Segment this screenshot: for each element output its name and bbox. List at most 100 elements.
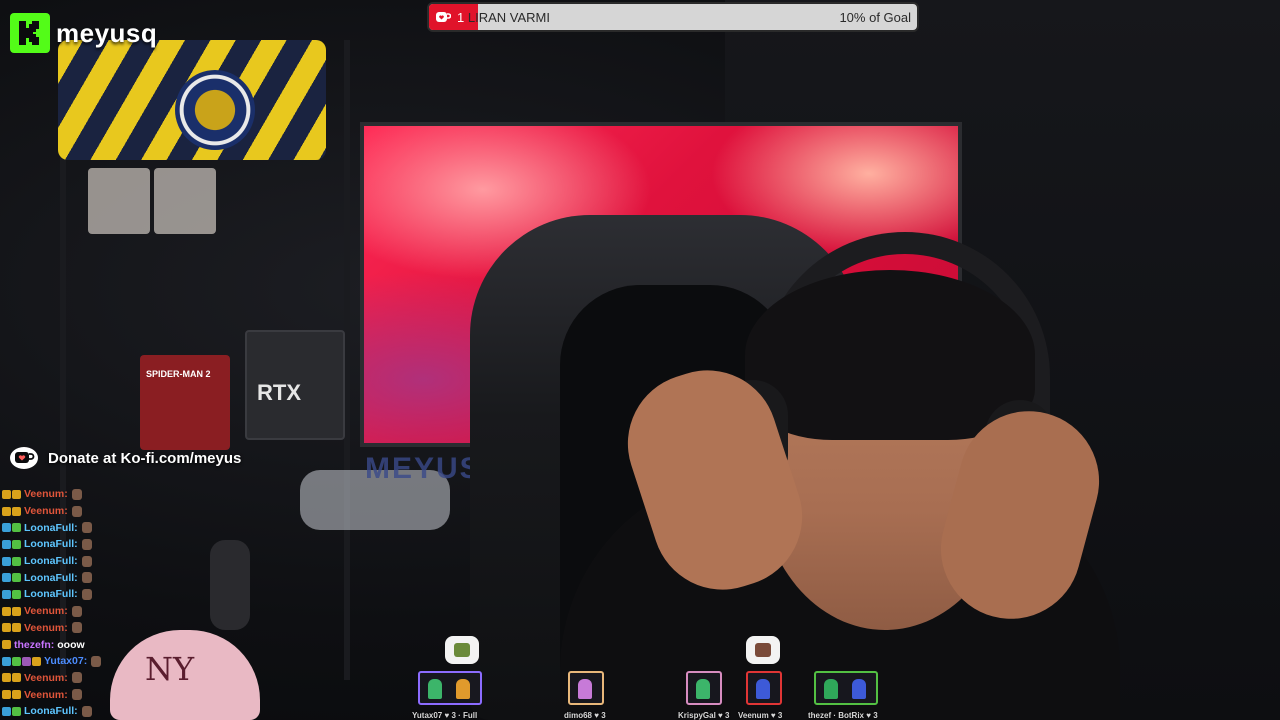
viewer-avatar-card: [418, 671, 482, 705]
chat-badge-icon: [2, 506, 11, 516]
viewer-avatar-card: [814, 671, 878, 705]
chat-emote-icon: [71, 505, 82, 517]
chat-emote-icon: [81, 572, 92, 584]
chat-text: ooow: [57, 638, 85, 651]
viewer-avatar-label: KrispyGal ♥ 3: [678, 711, 730, 720]
channel-name: meyusq: [56, 17, 158, 48]
figure-box-1: [88, 168, 150, 234]
chat-badge-icon: [32, 656, 41, 666]
game-box-title: SPIDER-MAN 2: [146, 369, 211, 379]
chat-message: LoonaFull:: [2, 553, 112, 570]
chat-username: LoonaFull:: [24, 571, 78, 584]
viewer-avatar-figure: [456, 679, 470, 699]
game-box: SPIDER-MAN 2: [140, 355, 230, 450]
chat-badge-icon: [2, 556, 11, 566]
chat-overlay: Veenum: Veenum: LoonaFull: LoonaFull: LoonaF…: [2, 486, 112, 720]
chat-badge-icon: [12, 673, 21, 683]
chat-badge-icon: [12, 539, 21, 549]
channel-logo: meyusq: [10, 12, 157, 54]
chat-message: Yutax07:: [2, 653, 112, 670]
chat-emote-icon: [81, 705, 92, 717]
viewer-avatars: Yutax07 ♥ 3 · Full dimo68 ♥ 3 KrispyGal ♥ …: [400, 636, 900, 720]
chat-badge-icon: [2, 573, 11, 583]
chat-username: Veenum:: [24, 505, 68, 518]
chat-badge-icon: [2, 690, 11, 700]
chat-badge-icon: [12, 523, 21, 533]
viewer-avatar-figure: [578, 679, 592, 699]
viewer-chat-bubble: [746, 636, 780, 664]
chat-username: Veenum:: [24, 688, 68, 701]
chat-emote-icon: [81, 522, 92, 534]
chat-message: Veenum:: [2, 670, 112, 687]
viewer-avatar-figure: [756, 679, 770, 699]
viewer-avatar-card: [568, 671, 604, 705]
chat-badge-icon: [12, 506, 21, 516]
chat-username: LoonaFull:: [24, 555, 78, 568]
chat-emote-icon: [81, 588, 92, 600]
chat-badge-icon: [22, 656, 31, 666]
gpu-box: RTX: [245, 330, 345, 440]
viewer-avatar-card: [746, 671, 782, 705]
chat-badge-icon: [2, 640, 11, 650]
goal-bar: 1 LIRAN VARMI 10% of Goal: [427, 2, 919, 32]
chat-username: LoonaFull:: [24, 588, 78, 601]
chat-badge-icon: [2, 606, 11, 616]
chat-badge-icon: [12, 606, 21, 616]
chat-message: thezefn: ooow: [2, 636, 112, 653]
viewer-avatar-figure: [852, 679, 866, 699]
goal-name: LIRAN VARMI: [467, 9, 550, 25]
goal-count: 1: [457, 9, 465, 25]
viewer-avatar-label: Yutax07 ♥ 3 · Full: [412, 711, 478, 720]
viewer-avatar-figure: [696, 679, 710, 699]
chat-message: LoonaFull:: [2, 519, 112, 536]
kofi-heart-cup-icon: [436, 12, 451, 22]
chat-emote-icon: [71, 672, 82, 684]
chat-emote-icon: [71, 488, 82, 500]
bubble-emote-icon: [755, 643, 771, 657]
kick-logo-icon: [10, 13, 50, 53]
viewer-avatar-figure: [824, 679, 838, 699]
chat-badge-icon: [2, 656, 11, 666]
chat-username: LoonaFull:: [24, 538, 78, 551]
chat-emote-icon: [71, 605, 82, 617]
desk-sign: MEYUS: [365, 452, 482, 485]
chat-emote-icon: [71, 689, 82, 701]
chat-username: Veenum:: [24, 621, 68, 634]
viewer-avatar-card: [686, 671, 722, 705]
chat-badge-icon: [12, 623, 21, 633]
chat-badge-icon: [2, 673, 11, 683]
club-crest: [175, 70, 255, 150]
chat-emote-icon: [71, 622, 82, 634]
gpu-box-label: RTX: [257, 380, 301, 405]
chat-badge-icon: [2, 489, 11, 499]
chat-badge-icon: [12, 489, 21, 499]
chat-badge-icon: [2, 539, 11, 549]
chat-badge-icon: [12, 589, 21, 599]
chat-username: LoonaFull:: [24, 705, 78, 718]
chat-message: LoonaFull:: [2, 703, 112, 720]
chat-message: Veenum:: [2, 503, 112, 520]
viewer-avatar-figure: [428, 679, 442, 699]
figurine: [210, 540, 250, 630]
viewer-avatar-label: Veenum ♥ 3: [738, 711, 783, 720]
chat-emote-icon: [81, 555, 92, 567]
viewer-avatar-label: dimo68 ♥ 3: [564, 711, 606, 720]
chat-badge-icon: [2, 523, 11, 533]
cap-logo: NY: [145, 650, 195, 688]
donate-banner: Donate at Ko-fi.com/meyus: [8, 444, 241, 472]
chat-message: Veenum:: [2, 486, 112, 503]
chat-message: Veenum:: [2, 686, 112, 703]
chat-message: LoonaFull:: [2, 569, 112, 586]
chat-badge-icon: [12, 656, 21, 666]
chat-badge-icon: [12, 573, 21, 583]
chat-username: Yutax07:: [44, 655, 88, 668]
chat-message: LoonaFull:: [2, 586, 112, 603]
donate-text: Donate at Ko-fi.com/meyus: [48, 449, 242, 467]
chat-badge-icon: [2, 706, 11, 716]
goal-percentage: 10% of Goal: [839, 10, 911, 25]
chat-badge-icon: [2, 589, 11, 599]
chat-username: Veenum:: [24, 671, 68, 684]
chat-username: Veenum:: [24, 488, 68, 501]
chat-badge-icon: [12, 690, 21, 700]
chat-emote-icon: [81, 538, 92, 550]
